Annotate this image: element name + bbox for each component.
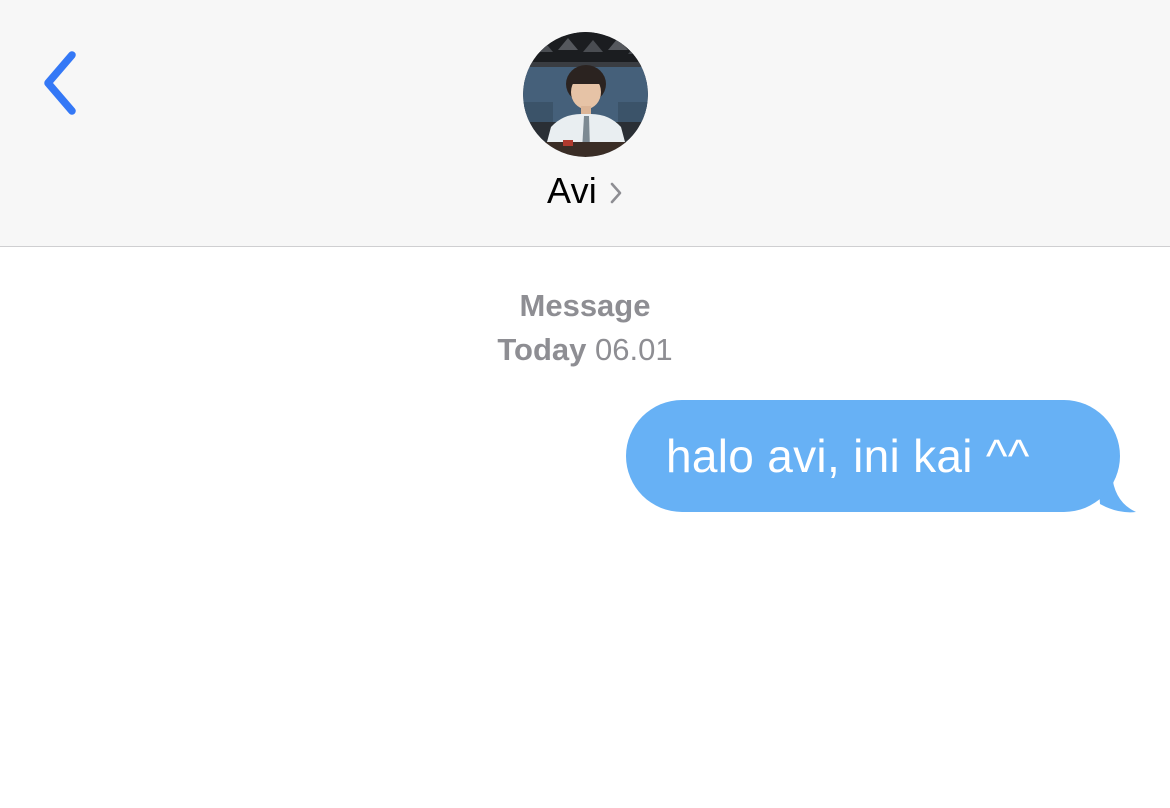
time-label: 06.01 xyxy=(595,332,673,367)
conversation-header: Avi xyxy=(0,0,1170,247)
message-text: halo avi, ini kai ^^ xyxy=(666,430,1030,482)
outgoing-message[interactable]: halo avi, ini kai ^^ xyxy=(626,400,1138,514)
date-time: Today 06.01 xyxy=(0,328,1170,372)
thread-timestamp: Message Today 06.01 xyxy=(0,284,1170,372)
chevron-right-icon xyxy=(609,181,623,205)
messages-screen: Avi Message Today 06.01 halo avi, ini ka… xyxy=(0,0,1170,808)
contact-name: Avi xyxy=(547,170,597,211)
chevron-left-icon xyxy=(44,51,76,115)
day-label: Today xyxy=(497,332,587,367)
contact-name-button[interactable]: Avi xyxy=(0,168,1170,214)
contact-avatar[interactable] xyxy=(523,32,648,157)
contact-photo xyxy=(523,32,648,157)
message-bubble[interactable]: halo avi, ini kai ^^ xyxy=(626,400,1120,512)
back-button[interactable] xyxy=(30,40,90,126)
service-label: Message xyxy=(519,288,651,323)
